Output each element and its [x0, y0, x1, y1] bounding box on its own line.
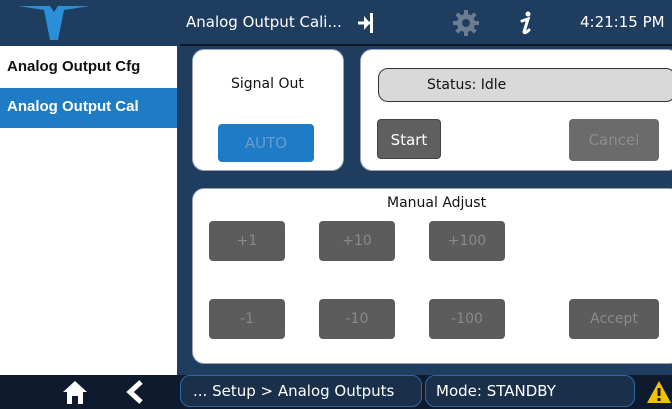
- signal-out-label: Signal Out: [231, 76, 304, 92]
- sidebar-item-analog-output-cal[interactable]: Analog Output Cal: [0, 88, 177, 128]
- back-icon[interactable]: [124, 380, 146, 408]
- plus-100-button[interactable]: +100: [429, 221, 505, 261]
- manual-adjust-panel: Manual Adjust +1 +10 +100 -1 -10 -100 Ac…: [192, 188, 672, 364]
- logout-icon[interactable]: [354, 9, 382, 41]
- signal-out-panel: Signal Out AUTO: [192, 49, 344, 171]
- teledyne-logo-icon: [18, 6, 90, 40]
- minus-10-button[interactable]: -10: [319, 299, 395, 339]
- plus-1-button[interactable]: +1: [209, 221, 285, 261]
- info-icon[interactable]: [512, 9, 540, 41]
- warning-icon[interactable]: [646, 380, 672, 408]
- main-content: Signal Out AUTO Status: Idle Start Cance…: [180, 46, 672, 375]
- accept-button[interactable]: Accept: [569, 299, 659, 339]
- status-field: Status: Idle: [378, 68, 672, 102]
- minus-100-button[interactable]: -100: [429, 299, 505, 339]
- home-icon[interactable]: [62, 379, 88, 409]
- auto-button[interactable]: AUTO: [218, 124, 314, 162]
- sidebar-item-analog-output-cfg[interactable]: Analog Output Cfg: [0, 48, 177, 88]
- start-button[interactable]: Start: [377, 119, 441, 159]
- plus-10-button[interactable]: +10: [319, 221, 395, 261]
- cancel-button[interactable]: Cancel: [569, 119, 659, 161]
- footer-bar: ... Setup > Analog Outputs Mode: STANDBY: [0, 375, 672, 407]
- status-panel: Status: Idle Start Cancel: [360, 49, 672, 171]
- breadcrumb[interactable]: ... Setup > Analog Outputs: [180, 375, 422, 407]
- clock: 4:21:15 PM: [580, 13, 665, 31]
- gear-icon[interactable]: [452, 9, 480, 41]
- minus-1-button[interactable]: -1: [209, 299, 285, 339]
- mode-status[interactable]: Mode: STANDBY: [425, 375, 635, 407]
- sidebar: Analog Output Cfg Analog Output Cal: [0, 46, 180, 375]
- manual-adjust-label: Manual Adjust: [387, 195, 487, 211]
- header-bar: Analog Output Cali... 4:21:15 PM: [0, 0, 672, 46]
- company-logo: [0, 0, 180, 46]
- page-title: Analog Output Cali...: [186, 13, 342, 31]
